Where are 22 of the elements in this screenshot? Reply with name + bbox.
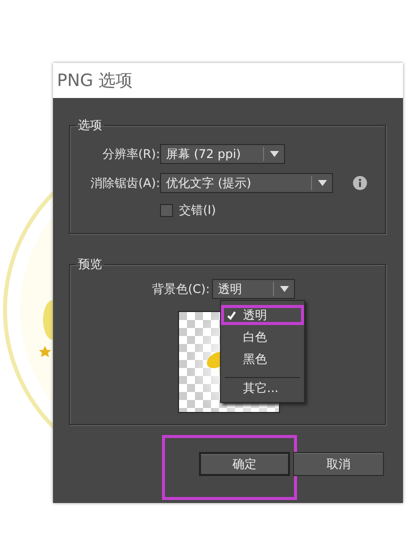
dropdown[interactable]: 优化文字 (提示) [160, 173, 333, 193]
cancel-button[interactable]: 取消 [293, 452, 384, 476]
ok-button[interactable]: 确定 [199, 452, 290, 476]
field-label: 背景色(C): [152, 280, 210, 298]
menu-item[interactable]: 黑色 [221, 349, 304, 369]
info-icon[interactable] [353, 176, 367, 190]
dropdown[interactable]: 透明 [212, 279, 295, 299]
window-title: PNG 选项 [57, 70, 133, 92]
menu-item[interactable]: 白色 [221, 327, 304, 347]
menu-item[interactable]: 其它... [221, 378, 304, 398]
group-title: 选项 [77, 117, 103, 134]
group-title: 预览 [77, 256, 103, 273]
field-label: 分辨率(R): [101, 146, 160, 162]
check-icon [227, 310, 236, 320]
checkbox[interactable] [160, 204, 173, 217]
caret-icon [270, 151, 279, 157]
field-label: 消除锯齿(A): [89, 174, 160, 192]
checkbox-label: 交错(I) [179, 202, 216, 219]
caret-icon [280, 286, 289, 292]
dropdown[interactable]: 屏幕 (72 ppi) [160, 144, 285, 164]
caret-icon [318, 180, 327, 186]
menu-item[interactable]: 透明 [221, 305, 304, 325]
